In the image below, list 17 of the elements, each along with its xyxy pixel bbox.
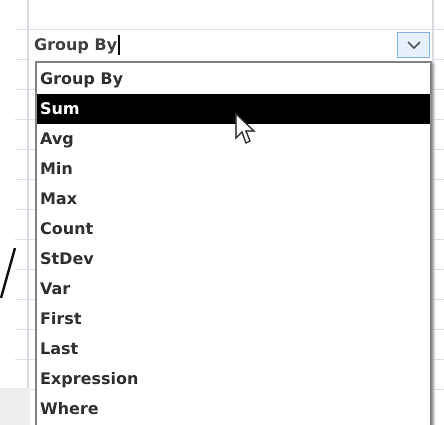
- dropdown-button[interactable]: [397, 32, 430, 58]
- dropdown-option[interactable]: Expression: [37, 364, 430, 394]
- dropdown-option[interactable]: Min: [37, 154, 430, 184]
- panel-background: [0, 388, 30, 425]
- dropdown-option[interactable]: Var: [37, 274, 430, 304]
- dropdown-option[interactable]: Count: [37, 214, 430, 244]
- dropdown-option[interactable]: Last: [37, 334, 430, 364]
- chevron-down-icon: [406, 41, 420, 49]
- dropdown-option[interactable]: StDev: [37, 244, 430, 274]
- dropdown-option[interactable]: First: [37, 304, 430, 334]
- cursor-icon: [234, 112, 258, 146]
- dropdown-option[interactable]: Sum: [37, 94, 430, 124]
- connector-line: [0, 248, 16, 298]
- dropdown-option[interactable]: Avg: [37, 124, 430, 154]
- dropdown-option[interactable]: Group By: [37, 64, 430, 94]
- dropdown-option[interactable]: Max: [37, 184, 430, 214]
- dropdown-option[interactable]: Where: [37, 394, 430, 424]
